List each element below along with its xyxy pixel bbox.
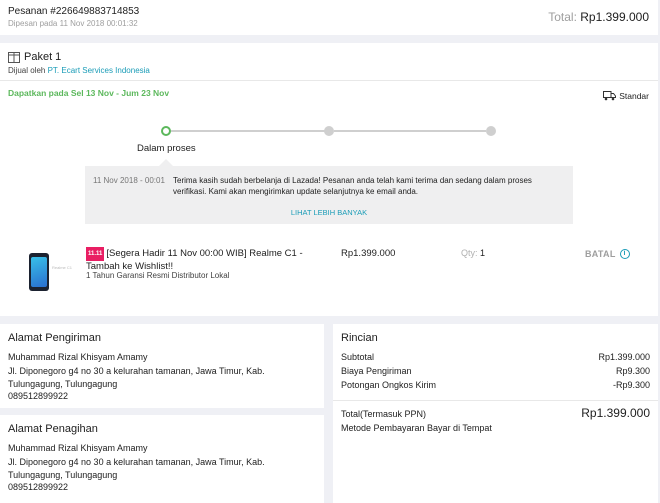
shipping-address-panel: Alamat Pengiriman Muhammad Rizal Khisyam… (0, 324, 324, 408)
message-text: Terima kasih sudah berbelanja di Lazada!… (173, 176, 532, 196)
seller-prefix: Dijual oleh (8, 66, 46, 75)
product-price: Rp1.399.000 (341, 248, 396, 259)
info-icon[interactable]: i (619, 249, 630, 259)
shipping-address-line: Jl. Diponegoro g4 no 30 a kelurahan tama… (8, 366, 265, 389)
shipping-address-title: Alamat Pengiriman (8, 332, 101, 344)
payment-method: Metode Pembayaran Bayar di Tempat (341, 423, 492, 433)
billing-address-line: Jl. Diponegoro g4 no 30 a kelurahan tama… (8, 457, 265, 480)
status-message: 11 Nov 2018 - 00:01 Terima kasih sudah b… (85, 159, 573, 224)
quantity-label: Qty: (461, 248, 478, 258)
summary-row-discount: Potongan Ongkos Kirim -Rp9.300 (341, 380, 650, 390)
summary-row-label: Subtotal (341, 352, 375, 362)
shipping-type-label: Standar (619, 90, 649, 101)
order-total-value: Rp1.399.000 (580, 10, 649, 24)
order-date: Dipesan pada 11 Nov 2018 00:01:32 (8, 19, 138, 28)
tracker-line (334, 130, 486, 132)
package-title: Paket 1 (8, 51, 61, 63)
shipping-type: Standar (603, 90, 649, 101)
summary-row-value: Rp1.399.000 (598, 352, 650, 362)
product-name[interactable]: 11.11 [Segera Hadir 11 Nov 00:00 WIB] Rea… (86, 247, 316, 273)
summary-row-subtotal: Subtotal Rp1.399.000 (341, 352, 650, 362)
billing-phone: 089512899922 (8, 482, 69, 492)
package-panel: Paket 1 Dijual oleh PT. Ecart Services I… (0, 43, 658, 316)
package-icon (8, 51, 20, 63)
summary-total: Total(Termasuk PPN) Rp1.399.000 (341, 406, 650, 420)
package-title-text: Paket 1 (24, 51, 62, 63)
order-number: Pesanan #226649883714853 (8, 6, 140, 17)
summary-row-shipping: Biaya Pengiriman Rp9.300 (341, 366, 650, 376)
tracker-step (324, 126, 334, 136)
order-total-label: Total: (548, 10, 577, 24)
tracker-step-label: Dalam proses (137, 143, 196, 154)
seller-link[interactable]: PT. Ecart Services Indonesia (48, 66, 150, 75)
billing-recipient-name: Muhammad Rizal Khisyam Amamy (8, 443, 148, 453)
shipping-phone: 089512899922 (8, 391, 69, 401)
order-summary-panel: Rincian Subtotal Rp1.399.000 Biaya Pengi… (333, 324, 658, 503)
message-date: 11 Nov 2018 - 00:01 (93, 176, 165, 185)
product-quantity: Qty: 1 (461, 248, 485, 258)
summary-row-label: Potongan Ongkos Kirim (341, 380, 437, 390)
divider (333, 400, 658, 401)
promo-badge: 11.11 (86, 247, 105, 261)
summary-row-value: Rp9.300 (615, 366, 650, 376)
divider (0, 80, 658, 81)
item-status-text: BATAL (585, 249, 616, 259)
truck-icon (603, 91, 617, 101)
item-status: BATAL i (585, 249, 630, 259)
product-warranty: 1 Tahun Garansi Resmi Distributor Lokal (86, 271, 230, 280)
product-name-text: [Segera Hadir 11 Nov 00:00 WIB] Realme C… (86, 248, 303, 272)
shipping-recipient-name: Muhammad Rizal Khisyam Amamy (8, 352, 148, 362)
summary-row-label: Biaya Pengiriman (341, 366, 412, 376)
tracker-line (171, 130, 326, 132)
summary-total-value: Rp1.399.000 (581, 406, 650, 420)
product-image[interactable] (29, 253, 49, 291)
seller-info: Dijual oleh PT. Ecart Services Indonesia (8, 66, 150, 75)
product-image-tag: Realme C1 (52, 265, 73, 270)
billing-address-title: Alamat Penagihan (8, 423, 98, 435)
summary-row-value: -Rp9.300 (612, 380, 650, 390)
summary-total-label: Total(Termasuk PPN) (341, 409, 427, 419)
order-header: Pesanan #226649883714853 Dipesan pada 11… (0, 0, 658, 35)
quantity-value: 1 (480, 248, 486, 258)
tracker-step (486, 126, 496, 136)
see-more-link[interactable]: LIHAT LEBIH BANYAK (85, 208, 573, 217)
delivery-window: Dapatkan pada Sel 13 Nov - Jum 23 Nov (8, 88, 170, 98)
tracker-step-active (161, 126, 171, 136)
order-total: Total: Rp1.399.000 (548, 10, 649, 24)
summary-title: Rincian (341, 332, 378, 344)
billing-address-panel: Alamat Penagihan Muhammad Rizal Khisyam … (0, 415, 324, 503)
